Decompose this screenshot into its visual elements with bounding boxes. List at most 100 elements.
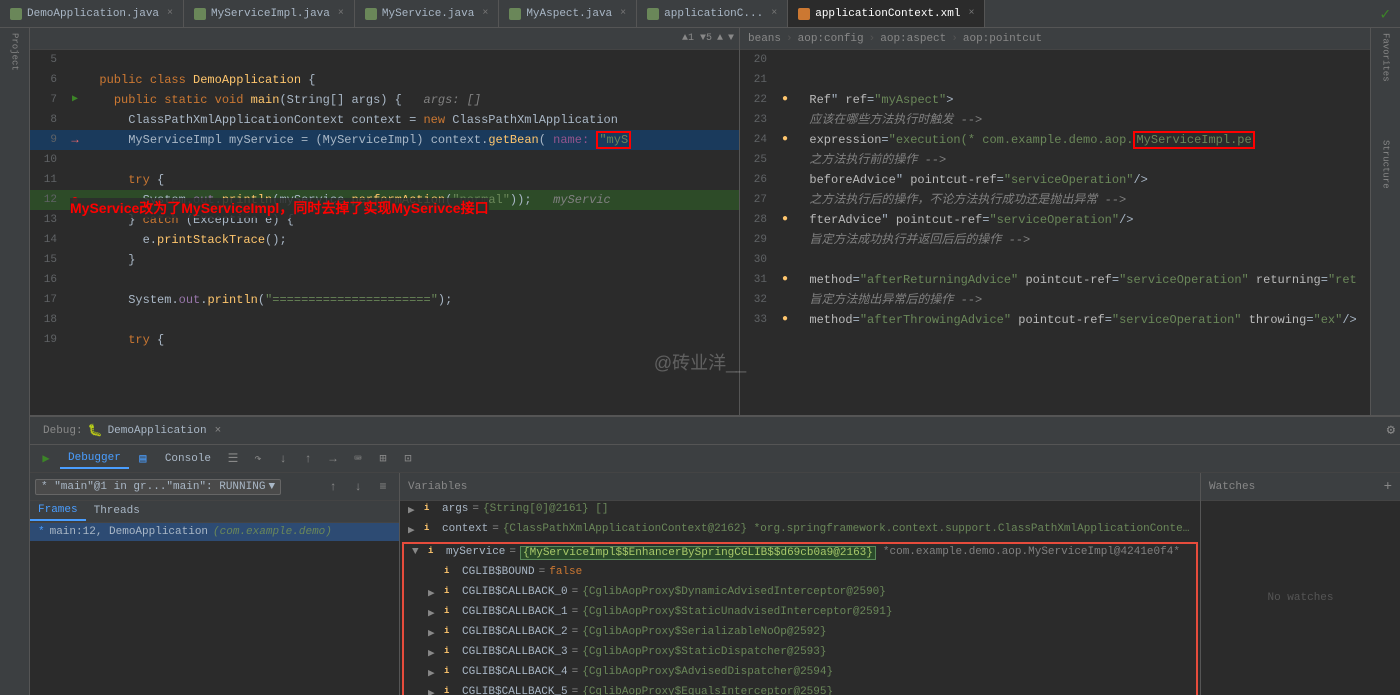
code-editor-left: ▲1 ▼5 ▲ ▼ MyService改为了MyServiceImpl，同时去掉… [30,28,740,415]
code-line: 17 System.out.println("=================… [30,290,739,310]
code-line: 6 public class DemoApplication { [30,70,739,90]
debug-tab-bar: Debug: 🐛 DemoApplication × ⚙ [30,417,1400,445]
var-callback-2: ▶ i CGLIB$CALLBACK_2 = {CglibAopProxy$Se… [404,624,1196,644]
var-myservice: ▼ i myService = {MyServiceImpl$$Enhancer… [404,544,1196,564]
tab-threads[interactable]: Threads [86,501,148,521]
right-sidebar: Favorites Structure [1370,28,1400,415]
xml-line: 28 ● fterAdvice″ pointcut-ref="serviceOp… [740,210,1370,230]
watches-title: Watches [1209,481,1255,493]
debug-close[interactable]: × [215,425,222,437]
debug-icon: 🐛 [88,423,103,438]
code-line-highlighted: 9 → MyServiceImpl myService = (MyService… [30,130,739,150]
var-callback-4: ▶ i CGLIB$CALLBACK_4 = {CglibAopProxy$Ad… [404,664,1196,684]
debug-layout-btn[interactable]: ☰ [222,449,244,469]
close-icon[interactable]: × [968,8,974,19]
debug-resume-btn[interactable]: ▶ [35,449,57,469]
frames-toolbar: * "main"@1 in gr..."main": RUNNING ▼ ↑ ↓… [30,473,399,501]
debug-step-into[interactable]: ↓ [272,449,294,469]
xml-line: 26 beforeAdvice″ pointcut-ref="serviceOp… [740,170,1370,190]
xml-line: 31 ● method="afterReturningAdvice" point… [740,270,1370,290]
var-context: ▶ i context = {ClassPathXmlApplicationCo… [400,521,1200,541]
up-arrow[interactable]: ▲ [717,33,723,44]
left-sidebar: Project [0,28,30,695]
debug-more2[interactable]: ⊡ [397,449,419,469]
xml-line: 23 应该在哪些方法执行时触发 --> [740,110,1370,130]
code-line: 7 ▶ public static void main(String[] arg… [30,90,739,110]
xml-line: 27 之方法执行后的操作，不论方法执行成功还是抛出异常 --> [740,190,1370,210]
code-editor-right: beans › aop:config › aop:aspect › aop:po… [740,28,1370,415]
tab-debugger[interactable]: Debugger [60,449,129,469]
watches-content: No watches [1201,501,1400,695]
var-callback-1: ▶ i CGLIB$CALLBACK_1 = {CglibAopProxy$St… [404,604,1196,624]
down-thread-btn[interactable]: ↓ [347,477,369,497]
xml-line: 32 旨定方法抛出异常后的操作 --> [740,290,1370,310]
java-icon [509,8,521,20]
breadcrumb: beans › aop:config › aop:aspect › aop:po… [740,28,1370,50]
debug-step-over[interactable]: ↷ [247,449,269,469]
structure-icon[interactable]: Structure [1375,140,1397,189]
annotation-overlay: MyService改为了MyServiceImpl，同时去掉了实现MySeriv… [70,198,489,218]
tab-console[interactable]: Console [157,449,219,469]
debug-content-area: * "main"@1 in gr..."main": RUNNING ▼ ↑ ↓… [30,473,1400,695]
sidebar-project-icon[interactable]: Project [4,33,26,71]
xml-line: 22 ● Ref″ ref="myAspect"> [740,90,1370,110]
tab-my-aspect[interactable]: MyAspect.java × [499,0,637,28]
close-icon[interactable]: × [771,8,777,19]
thread-dropdown[interactable]: * "main"@1 in gr..."main": RUNNING ▼ [35,479,281,495]
debug-console-icon[interactable]: ▤ [132,449,154,469]
watches-actions: + [1384,479,1392,495]
filter-btn[interactable]: ≡ [372,477,394,497]
xml-line: 25 之方法执行前的操作 --> [740,150,1370,170]
var-cglib-bound: i CGLIB$BOUND = false [404,564,1196,584]
breakpoint-gutter[interactable]: ▶ [65,90,85,110]
variables-title: Variables [408,481,467,493]
debug-evaluate[interactable]: ⌨ [347,449,369,469]
xml-line: 33 ● method="afterThrowingAdvice" pointc… [740,310,1370,330]
debug-variables-panel: Variables ▶ i args = {String[0]@2 [400,473,1200,695]
java-icon [194,8,206,20]
close-icon[interactable]: × [482,8,488,19]
debug-step-out[interactable]: ↑ [297,449,319,469]
var-callback-5: ▶ i CGLIB$CALLBACK_5 = {CglibAopProxy$Eq… [404,684,1196,695]
code-line: 10 [30,150,739,170]
code-line: 5 [30,50,739,70]
frames-tabs: Frames Threads [30,501,399,523]
tab-my-service[interactable]: MyService.java × [355,0,499,28]
code-line: 8 ClassPathXmlApplicationContext context… [30,110,739,130]
settings-icon[interactable]: ⚙ [1387,422,1395,439]
up-thread-btn[interactable]: ↑ [322,477,344,497]
var-args: ▶ i args = {String[0]@2161} [] [400,501,1200,521]
debug-more[interactable]: ⊞ [372,449,394,469]
tab-frames[interactable]: Frames [30,501,86,521]
add-watch-btn[interactable]: + [1384,479,1392,495]
tab-my-service-impl[interactable]: MyServiceImpl.java × [184,0,355,28]
variables-header: Variables [400,473,1200,501]
editor-toolbar: ▲1 ▼5 ▲ ▼ [30,28,739,50]
change-indicator: ▲1 ▼5 [682,33,712,44]
close-icon[interactable]: × [167,8,173,19]
frames-list: * main:12, DemoApplication (com.example.… [30,523,399,695]
frame-item[interactable]: * main:12, DemoApplication (com.example.… [30,523,399,541]
code-line: 11 try { [30,170,739,190]
java-icon [10,8,22,20]
close-icon[interactable]: × [338,8,344,19]
debug-title: Debug: 🐛 DemoApplication × [35,423,229,438]
code-line: 16 [30,270,739,290]
debug-panel: Debug: 🐛 DemoApplication × ⚙ ▶ Debugger … [30,415,1400,695]
xml-line: 20 [740,50,1370,70]
xml-line: 29 旨定方法成功执行并返回后后的操作 --> [740,230,1370,250]
variables-list: ▶ i args = {String[0]@2161} [] ▶ i conte [400,501,1200,695]
var-callback-3: ▶ i CGLIB$CALLBACK_3 = {CglibAopProxy$St… [404,644,1196,664]
debug-run-cursor[interactable]: → [322,449,344,469]
down-arrow[interactable]: ▼ [728,33,734,44]
tab-bar: DemoApplication.java × MyServiceImpl.jav… [0,0,1400,28]
tab-app-context1[interactable]: applicationC... × [637,0,788,28]
tab-demo-app[interactable]: DemoApplication.java × [0,0,184,28]
var-callback-0: ▶ i CGLIB$CALLBACK_0 = {CglibAopProxy$Dy… [404,584,1196,604]
debug-app-name: DemoApplication [108,425,207,437]
favorites-icon[interactable]: Favorites [1375,33,1397,82]
close-icon[interactable]: × [620,8,626,19]
debug-watches-panel: Watches + No watches [1200,473,1400,695]
var-myservice-group: ▼ i myService = {MyServiceImpl$$Enhancer… [402,542,1198,695]
tab-app-context-xml[interactable]: applicationContext.xml × [788,0,985,28]
